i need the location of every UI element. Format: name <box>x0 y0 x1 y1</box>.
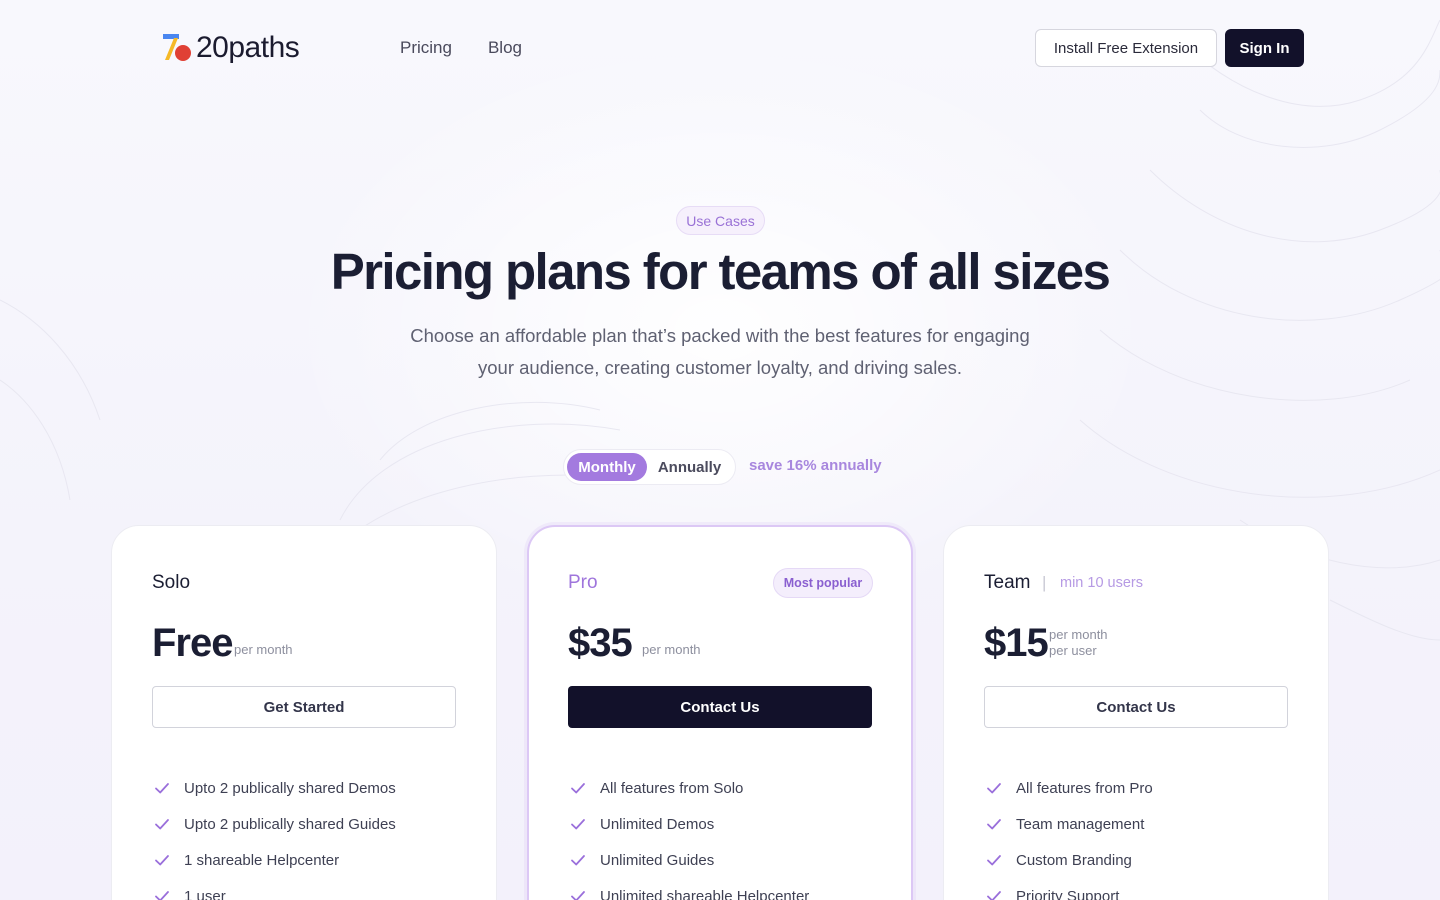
nav-link-blog[interactable]: Blog <box>488 36 522 60</box>
feature-item: Unlimited shareable Helpcenter <box>568 878 809 900</box>
feature-list: Upto 2 publically shared Demos Upto 2 pu… <box>152 770 396 900</box>
check-icon <box>152 778 172 798</box>
meta-separator: | <box>1042 573 1047 592</box>
feature-list: All features from Solo Unlimited Demos U… <box>568 770 809 900</box>
feature-item: Unlimited Demos <box>568 806 809 842</box>
min-users-note: min 10 users <box>1060 575 1144 591</box>
feature-item: All features from Pro <box>984 770 1153 806</box>
feature-text: All features from Solo <box>600 779 744 797</box>
check-icon <box>984 850 1004 870</box>
check-icon <box>568 814 588 834</box>
plan-name: Pro <box>568 572 598 593</box>
contact-us-button[interactable]: Contact Us <box>984 686 1288 728</box>
plan-name: Team <box>984 572 1031 593</box>
check-icon <box>568 778 588 798</box>
feature-item: Custom Branding <box>984 842 1153 878</box>
nav-link-pricing[interactable]: Pricing <box>400 36 452 60</box>
main-nav: Pricing Blog <box>400 36 522 60</box>
feature-text: Team management <box>1016 815 1145 833</box>
brand-logo[interactable]: 20paths <box>162 31 300 65</box>
feature-item: Upto 2 publically shared Guides <box>152 806 396 842</box>
price-period: per month <box>1049 627 1108 642</box>
billing-annually-option[interactable]: Annually <box>647 453 732 481</box>
sign-in-button[interactable]: Sign In <box>1225 29 1304 67</box>
feature-text: All features from Pro <box>1016 779 1153 797</box>
feature-text: Unlimited Guides <box>600 851 715 869</box>
feature-text: 1 user <box>184 887 226 900</box>
feature-text: Custom Branding <box>1016 851 1132 869</box>
plan-price: $35 <box>568 621 633 665</box>
page-subtitle: Choose an affordable plan that’s packed … <box>410 325 1030 378</box>
check-icon <box>984 778 1004 798</box>
most-popular-badge: Most popular <box>773 568 873 598</box>
price-period: per month <box>642 642 701 657</box>
feature-item: 1 shareable Helpcenter <box>152 842 396 878</box>
plan-price: $15 <box>984 621 1049 665</box>
check-icon <box>152 886 172 900</box>
pricing-page: 20paths Pricing Blog Install Free Extens… <box>0 0 1440 900</box>
feature-text: 1 shareable Helpcenter <box>184 851 340 869</box>
install-extension-button[interactable]: Install Free Extension <box>1035 29 1217 67</box>
check-icon <box>984 886 1004 900</box>
plan-name: Solo <box>152 572 191 593</box>
feature-text: Upto 2 publically shared Guides <box>184 815 396 833</box>
feature-list: All features from Pro Team management Cu… <box>984 770 1153 900</box>
feature-item: Unlimited Guides <box>568 842 809 878</box>
top-header: 20paths Pricing Blog Install Free Extens… <box>0 0 1440 96</box>
feature-text: Unlimited Demos <box>600 815 715 833</box>
logo-mark-icon <box>162 33 192 63</box>
check-icon <box>152 814 172 834</box>
check-icon <box>568 886 588 900</box>
plan-price: Free <box>152 621 233 665</box>
annual-savings-note: save 16% annually <box>749 457 882 474</box>
feature-text: Unlimited shareable Helpcenter <box>600 887 810 900</box>
contact-us-button[interactable]: Contact Us <box>568 686 872 728</box>
plan-card-solo: Solo Free per month Get Started Upto 2 p… <box>111 525 497 900</box>
brand-name: 20paths <box>196 31 300 64</box>
billing-monthly-option[interactable]: Monthly <box>567 453 648 481</box>
use-cases-badge[interactable]: Use Cases <box>676 206 765 235</box>
page-title: Pricing plans for teams of all sizes <box>330 243 1111 300</box>
price-period: per month <box>234 642 293 657</box>
billing-period-toggle: Monthly Annually <box>563 449 736 485</box>
feature-item: Upto 2 publically shared Demos <box>152 770 396 806</box>
feature-item: Team management <box>984 806 1153 842</box>
feature-item: 1 user <box>152 878 396 900</box>
check-icon <box>568 850 588 870</box>
price-per-user: per user <box>1049 643 1097 658</box>
get-started-button[interactable]: Get Started <box>152 686 456 728</box>
check-icon <box>984 814 1004 834</box>
feature-item: All features from Solo <box>568 770 809 806</box>
plan-card-pro: Pro Most popular $35 per month Contact U… <box>527 525 913 900</box>
feature-text: Upto 2 publically shared Demos <box>184 779 396 797</box>
feature-text: Priority Support <box>1016 887 1120 900</box>
feature-item: Priority Support <box>984 878 1153 900</box>
check-icon <box>152 850 172 870</box>
plan-card-team: Team | min 10 users $15 per month per us… <box>943 525 1329 900</box>
